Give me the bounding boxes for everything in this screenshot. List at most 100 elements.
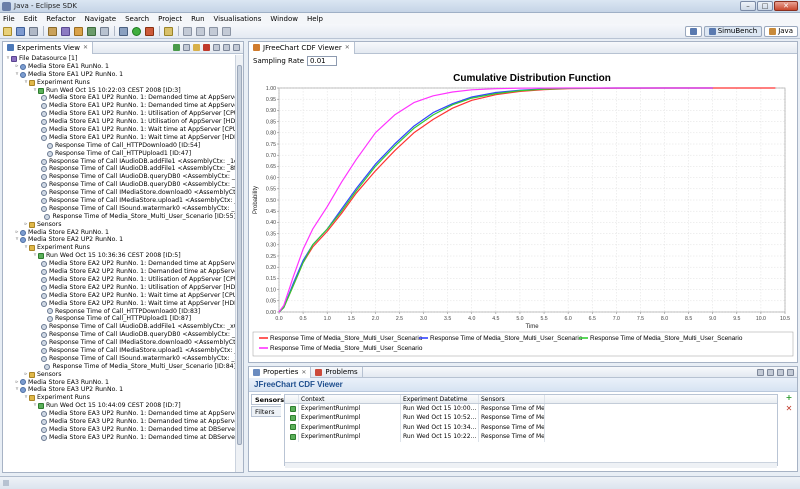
tree-item[interactable]: Response Time of Call_HTTPDownload0 [ID:… — [3, 142, 236, 150]
column-header-sensors[interactable]: Sensors — [479, 395, 545, 403]
tree-item[interactable]: Media Store EA3 UP2 RunNo. 1: Demanded t… — [3, 426, 236, 434]
tree-item[interactable]: Media Store EA1 UP2 RunNo. 1: Wait time … — [3, 134, 236, 142]
tree-item[interactable]: Response Time of Call IMediaStore.downlo… — [3, 189, 236, 197]
tree-item[interactable]: ▿ Experiment Runs — [3, 244, 236, 252]
tree-item[interactable]: Response Time of Call_HTTPUpload1 [ID:87… — [3, 315, 236, 323]
remove-run-button[interactable]: ✕ — [785, 405, 793, 413]
tree-scrollbar-thumb[interactable] — [237, 65, 242, 445]
table-horizontal-scrollbar[interactable] — [285, 462, 777, 468]
open-resource-icon[interactable] — [61, 26, 70, 36]
link-icon[interactable] — [193, 44, 200, 51]
table-row[interactable]: ExperimentRunImpl Run Wed Oct 15 10:22...… — [285, 432, 777, 442]
debug-icon[interactable] — [119, 26, 128, 36]
side-tab-sensors[interactable]: Sensors — [251, 394, 284, 405]
menu-refactor[interactable]: Refactor — [46, 15, 75, 23]
open-type-icon[interactable] — [48, 26, 57, 36]
menu-visualisations[interactable]: Visualisations — [214, 15, 262, 23]
run-icon[interactable] — [132, 26, 141, 36]
new-class-icon[interactable] — [87, 26, 96, 36]
tree-item[interactable]: Media Store EA2 UP2 RunNo. 1: Utilisatio… — [3, 284, 236, 292]
forward-icon[interactable] — [222, 26, 231, 36]
sampling-rate-input[interactable]: 0.01 — [307, 56, 338, 66]
tree-item[interactable]: ▹ Sensors — [3, 371, 236, 379]
tree-item[interactable]: Media Store EA3 UP2 RunNo. 1: Demanded t… — [3, 434, 236, 442]
tree-item[interactable]: Media Store EA2 UP2 RunNo. 1: Demanded t… — [3, 268, 236, 276]
view-menu-icon[interactable] — [767, 369, 774, 376]
tab-properties[interactable]: Properties ✕ — [249, 366, 312, 378]
tree-item[interactable]: Media Store EA2 UP2 RunNo. 1: Wait time … — [3, 292, 236, 300]
tree-item[interactable]: Response Time of Call_HTTPDownload0 [ID:… — [3, 308, 236, 316]
tree-item[interactable]: Response Time of Call IMediaStore.downlo… — [3, 339, 236, 347]
remove-icon[interactable] — [203, 44, 210, 51]
minimize-view-icon[interactable] — [223, 44, 230, 51]
tree-item[interactable]: ▿ Media Store EA1 UP2 RunNo. 1 — [3, 71, 236, 79]
tree-item[interactable]: ▹ Media Store EA2 RunNo. 1 — [3, 229, 236, 237]
tree-item[interactable]: ▿ Experiment Runs — [3, 79, 236, 87]
tree-item[interactable]: Media Store EA2 UP2 RunNo. 1: Wait time … — [3, 300, 236, 308]
minimize-view-icon[interactable] — [777, 369, 784, 376]
menu-help[interactable]: Help — [307, 15, 323, 23]
tree-item[interactable]: ▿ Media Store EA2 UP2 RunNo. 1 — [3, 236, 236, 244]
tree-item[interactable]: Response Time of Call IAudioDB.queryDB0 … — [3, 181, 236, 189]
pin-view-icon[interactable] — [757, 369, 764, 376]
tree-item[interactable]: ▿ Run Wed Oct 15 10:22:03 CEST 2008 [ID:3… — [3, 87, 236, 95]
external-tools-icon[interactable] — [145, 26, 154, 36]
maximize-view-icon[interactable] — [787, 369, 794, 376]
tree-item[interactable]: ▿ Run Wed Oct 15 10:44:09 CEST 2008 [ID:7… — [3, 402, 236, 410]
tree-item[interactable]: Response Time of Call IMediaStore.upload… — [3, 197, 236, 205]
tab-jfreechart-cdf-viewer[interactable]: JFreeChart CDF Viewer ✕ — [249, 41, 355, 54]
experiments-tree[interactable]: ▿ File Datasource [1] ▹ Media Store EA1 Run… — [3, 55, 236, 472]
add-icon[interactable] — [173, 44, 180, 51]
tree-item[interactable]: Media Store EA3 UP2 RunNo. 1: Demanded t… — [3, 418, 236, 426]
tree-item[interactable]: Response Time of Call IAudioDB.addFile1 … — [3, 158, 236, 166]
tree-item[interactable]: Media Store EA1 UP2 RunNo. 1: Demanded t… — [3, 94, 236, 102]
tree-item[interactable]: Response Time of Call IAudioDB.queryDB0 … — [3, 331, 236, 339]
minimize-button[interactable]: – — [740, 1, 756, 11]
column-header-context[interactable]: Context — [299, 395, 401, 403]
column-header-experiment-datetime[interactable]: Experiment Datetime — [401, 395, 479, 403]
menu-navigate[interactable]: Navigate — [85, 15, 116, 23]
pin-icon[interactable] — [164, 26, 173, 36]
menu-search[interactable]: Search — [125, 15, 149, 23]
previous-annotation-icon[interactable] — [196, 26, 205, 36]
menu-file[interactable]: File — [3, 15, 15, 23]
tree-item[interactable]: ▿ Experiment Runs — [3, 394, 236, 402]
table-row[interactable]: ExperimentRunImpl Run Wed Oct 15 10:52...… — [285, 413, 777, 423]
open-perspective-button[interactable] — [684, 26, 702, 37]
tab-problems[interactable]: Problems — [311, 366, 363, 378]
tree-item[interactable]: Media Store EA1 UP2 RunNo. 1: Utilisatio… — [3, 118, 236, 126]
view-menu-icon[interactable] — [213, 44, 220, 51]
menu-window[interactable]: Window — [270, 15, 298, 23]
perspective-java[interactable]: Java — [764, 26, 798, 37]
menu-run[interactable]: Run — [191, 15, 204, 23]
maximize-view-icon[interactable] — [233, 44, 240, 51]
tree-item[interactable]: Response Time of Call_HTTPUpload1 [ID:47… — [3, 150, 236, 158]
tree-scrollbar[interactable] — [235, 55, 243, 472]
close-tab-icon[interactable]: ✕ — [301, 369, 306, 376]
close-tab-icon[interactable]: ✕ — [83, 44, 88, 51]
side-tab-filters[interactable]: Filters — [251, 406, 281, 417]
column-header-icon[interactable] — [285, 395, 299, 403]
tab-experiments-view[interactable]: Experiments View ✕ — [3, 41, 93, 54]
tree-item[interactable]: Response Time of Call IAudioDB.addFile1 … — [3, 323, 236, 331]
new-icon[interactable] — [3, 26, 12, 36]
tree-item[interactable]: ▹ Media Store EA1 RunNo. 1 — [3, 63, 236, 71]
next-annotation-icon[interactable] — [183, 26, 192, 36]
collapse-all-icon[interactable] — [183, 44, 190, 51]
tree-item[interactable]: Media Store EA1 UP2 RunNo. 1: Demanded t… — [3, 102, 236, 110]
maximize-button[interactable]: □ — [757, 1, 773, 11]
tree-item[interactable]: ▿ File Datasource [1] — [3, 55, 236, 63]
tree-item[interactable]: Response Time of Call IAudioDB.addFile1 … — [3, 165, 236, 173]
back-icon[interactable] — [209, 26, 218, 36]
tree-item[interactable]: ▹ Media Store EA3 RunNo. 1 — [3, 379, 236, 387]
print-icon[interactable] — [29, 26, 38, 36]
tree-item[interactable]: ▿ Run Wed Oct 15 10:36:36 CEST 2008 [ID:5… — [3, 252, 236, 260]
table-row[interactable]: ExperimentRunImpl Run Wed Oct 15 10:34...… — [285, 422, 777, 433]
perspective-simubench[interactable]: SimuBench — [703, 26, 763, 37]
tree-item[interactable]: ▹ Sensors — [3, 221, 236, 229]
table-row[interactable]: ExperimentRunImpl Run Wed Oct 15 10:00...… — [285, 404, 777, 414]
tree-item[interactable]: Response Time of Call IAudioDB.queryDB0 … — [3, 173, 236, 181]
tree-item[interactable]: Media Store EA1 UP2 RunNo. 1: Utilisatio… — [3, 110, 236, 118]
tree-item[interactable]: Response Time of Media_Store_Multi_User_… — [3, 213, 236, 221]
search-icon[interactable] — [100, 26, 109, 36]
